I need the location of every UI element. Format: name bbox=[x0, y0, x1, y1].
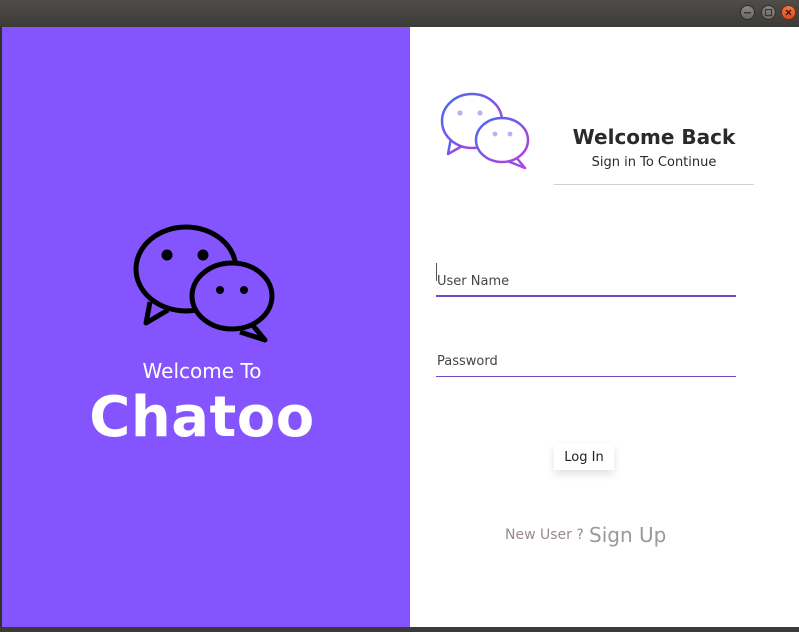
minimize-button[interactable] bbox=[740, 5, 755, 20]
chat-bubbles-icon bbox=[133, 224, 275, 343]
password-input[interactable] bbox=[436, 347, 736, 377]
maximize-icon bbox=[764, 8, 773, 17]
close-icon bbox=[785, 9, 792, 16]
maximize-button[interactable] bbox=[761, 5, 776, 20]
username-input[interactable] bbox=[436, 267, 736, 297]
login-panel: Welcome Back Sign in To Continue Log In … bbox=[410, 27, 799, 627]
signup-link[interactable]: Sign Up bbox=[589, 523, 666, 547]
new-user-label: New User ? bbox=[505, 527, 584, 543]
brand-name: Chatoo bbox=[89, 385, 315, 450]
window-titlebar bbox=[0, 0, 799, 27]
welcome-panel: Welcome To Chatoo bbox=[2, 27, 410, 627]
login-title: Welcome Back bbox=[572, 125, 736, 149]
close-button[interactable] bbox=[781, 5, 796, 20]
chat-bubbles-gradient-icon bbox=[440, 92, 530, 170]
login-subtitle: Sign in To Continue bbox=[591, 155, 717, 170]
minimize-icon bbox=[744, 12, 751, 14]
login-button[interactable]: Log In bbox=[554, 444, 614, 470]
window-bottom-edge bbox=[0, 627, 799, 632]
header-divider bbox=[554, 184, 754, 185]
welcome-to-text: Welcome To bbox=[142, 359, 262, 383]
text-cursor bbox=[436, 263, 437, 281]
